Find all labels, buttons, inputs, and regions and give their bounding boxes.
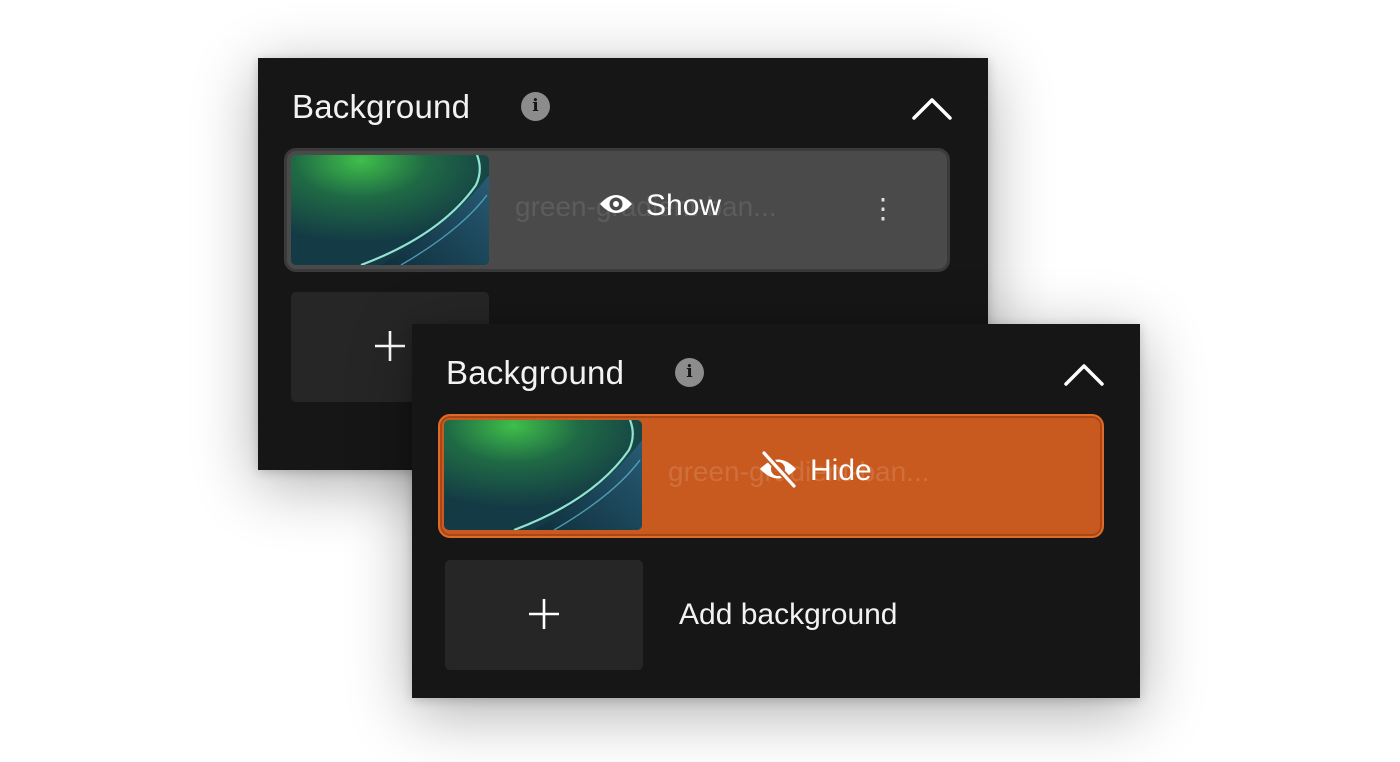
info-icon[interactable]: i (521, 92, 550, 121)
show-toggle[interactable]: Show (598, 183, 721, 229)
panel-title: Background (446, 354, 625, 391)
panel-header: Background i (446, 352, 1106, 396)
eye-off-icon (758, 449, 798, 494)
chevron-up-icon[interactable] (1062, 352, 1106, 396)
eye-icon (598, 191, 634, 222)
hide-label: Hide (810, 454, 872, 487)
chevron-up-icon[interactable] (910, 86, 954, 130)
panel-title: Background (292, 88, 471, 125)
add-background-tile[interactable] (445, 560, 643, 670)
background-thumbnail (291, 155, 489, 265)
background-thumbnail (444, 420, 642, 530)
background-panel-hide-state: Background i green-gradient-ban... Hide … (412, 324, 1140, 698)
background-item[interactable]: green-gradient-ban... Show ⋮ (284, 148, 950, 272)
add-background-label[interactable]: Add background (679, 598, 898, 632)
hide-toggle[interactable]: Hide (758, 448, 872, 494)
background-item[interactable]: green-gradient-ban... Hide (438, 414, 1104, 538)
show-label: Show (646, 189, 722, 222)
info-icon[interactable]: i (675, 358, 704, 387)
more-vertical-icon[interactable]: ⋮ (863, 189, 903, 229)
panel-header: Background i (292, 86, 954, 130)
